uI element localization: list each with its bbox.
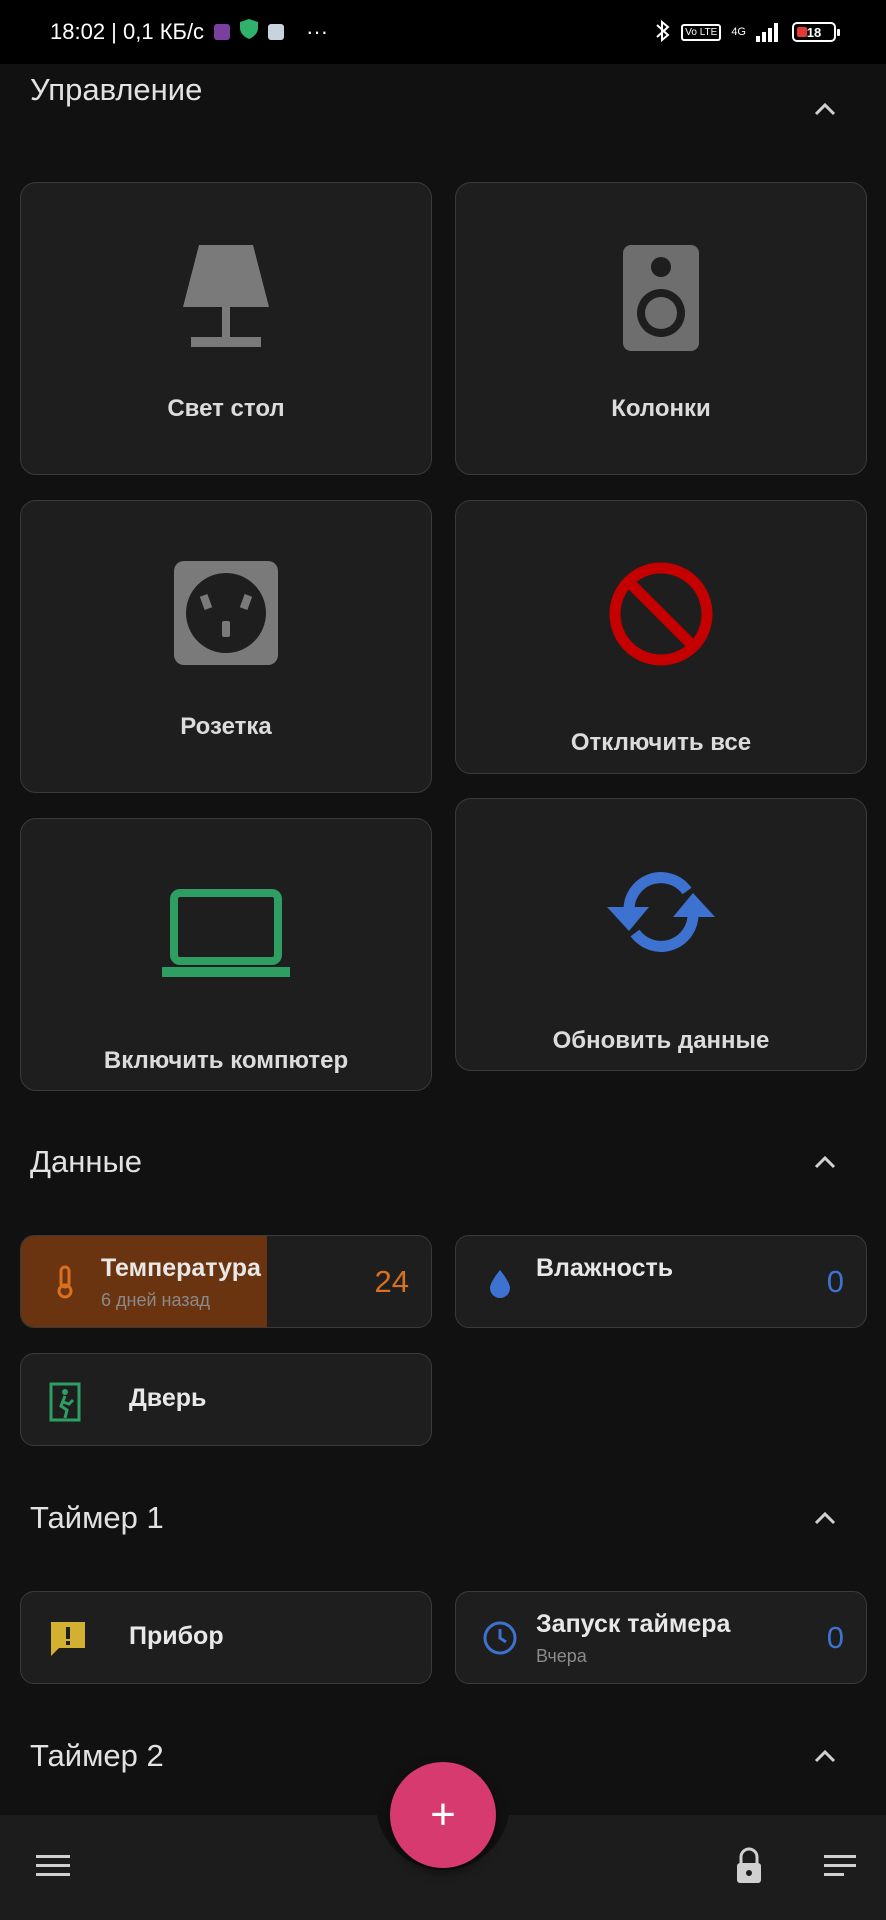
block-icon [608,561,714,667]
power-outlet-icon [174,561,278,665]
gallery-notification-icon [268,24,285,40]
collapse-timer2-chevron-icon[interactable] [812,1744,838,1770]
sensor-card-humidity[interactable]: Влажность 0 [455,1235,867,1328]
clock-icon [482,1620,518,1656]
more-notifications: ··· [306,19,329,44]
laptop-icon [162,889,290,977]
plus-icon: + [430,1790,456,1839]
timer-card-device[interactable]: Прибор [20,1591,432,1684]
section-title-timer1: Таймер 1 [30,1500,164,1535]
card-value: 24 [374,1263,409,1299]
card-subtitle: 6 дней назад [101,1290,211,1310]
tile-refresh-data[interactable]: Обновить данные [455,798,867,1071]
collapse-control-chevron-icon[interactable] [812,97,838,123]
lamp-icon [181,245,271,353]
card-value: 0 [826,1263,844,1299]
tile-power-on-computer[interactable]: Включить компютер [20,818,432,1091]
thermometer-icon [47,1264,83,1300]
tile-label: Отключить все [570,729,752,756]
tile-desk-light[interactable]: Свет стол [20,182,432,475]
timer-card-start[interactable]: Запуск таймера Вчера 0 [455,1591,867,1684]
signal-icon [756,20,782,45]
tile-label: Обновить данные [552,1027,770,1054]
shield-icon [240,19,259,45]
card-subtitle: Вчера [536,1646,587,1666]
tile-label: Свет стол [167,395,285,422]
tile-label: Розетка [180,713,272,740]
card-title: Дверь [129,1384,207,1412]
door-exit-icon [49,1382,85,1421]
alert-message-icon [49,1620,85,1656]
sort-list-icon[interactable] [820,1845,860,1885]
section-title-timer2: Таймер 2 [30,1738,164,1773]
volte-icon: Vo LTE [681,23,722,41]
collapse-timer1-chevron-icon[interactable] [812,1506,838,1532]
card-title: Температура [101,1254,261,1282]
menu-icon[interactable] [34,1845,74,1885]
card-title: Влажность [536,1254,674,1282]
tile-outlet[interactable]: Розетка [20,500,432,793]
sync-icon [603,867,719,957]
section-title-data: Данные [30,1144,142,1179]
add-fab-button[interactable]: + [390,1762,496,1868]
bluetooth-icon [655,19,671,46]
battery-level: 18 [806,24,822,40]
speaker-icon [623,245,699,351]
sensor-card-temperature[interactable]: Температура 6 дней назад 24 [20,1235,432,1328]
lock-icon[interactable] [729,1845,769,1885]
card-value: 0 [826,1619,844,1655]
app-notification-icon [214,24,231,40]
status-time: 18:02 | 0,1 КБ/с [50,19,205,44]
sensor-card-door[interactable]: Дверь [20,1353,432,1446]
water-drop-icon [482,1264,518,1300]
tile-label: Включить компютер [103,1047,349,1074]
tile-label: Колонки [611,395,711,422]
collapse-data-chevron-icon[interactable] [812,1150,838,1176]
card-title: Прибор [129,1622,224,1650]
section-title-control: Управление [30,72,203,107]
battery-icon: 18 [792,22,840,42]
tile-disable-all[interactable]: Отключить все [455,500,867,774]
card-title: Запуск таймера [536,1610,731,1638]
tile-speakers[interactable]: Колонки [455,182,867,475]
network-type: 4G [731,26,746,38]
status-bar: 18:02 | 0,1 КБ/с ··· Vo LTE 4G 18 [0,0,886,64]
